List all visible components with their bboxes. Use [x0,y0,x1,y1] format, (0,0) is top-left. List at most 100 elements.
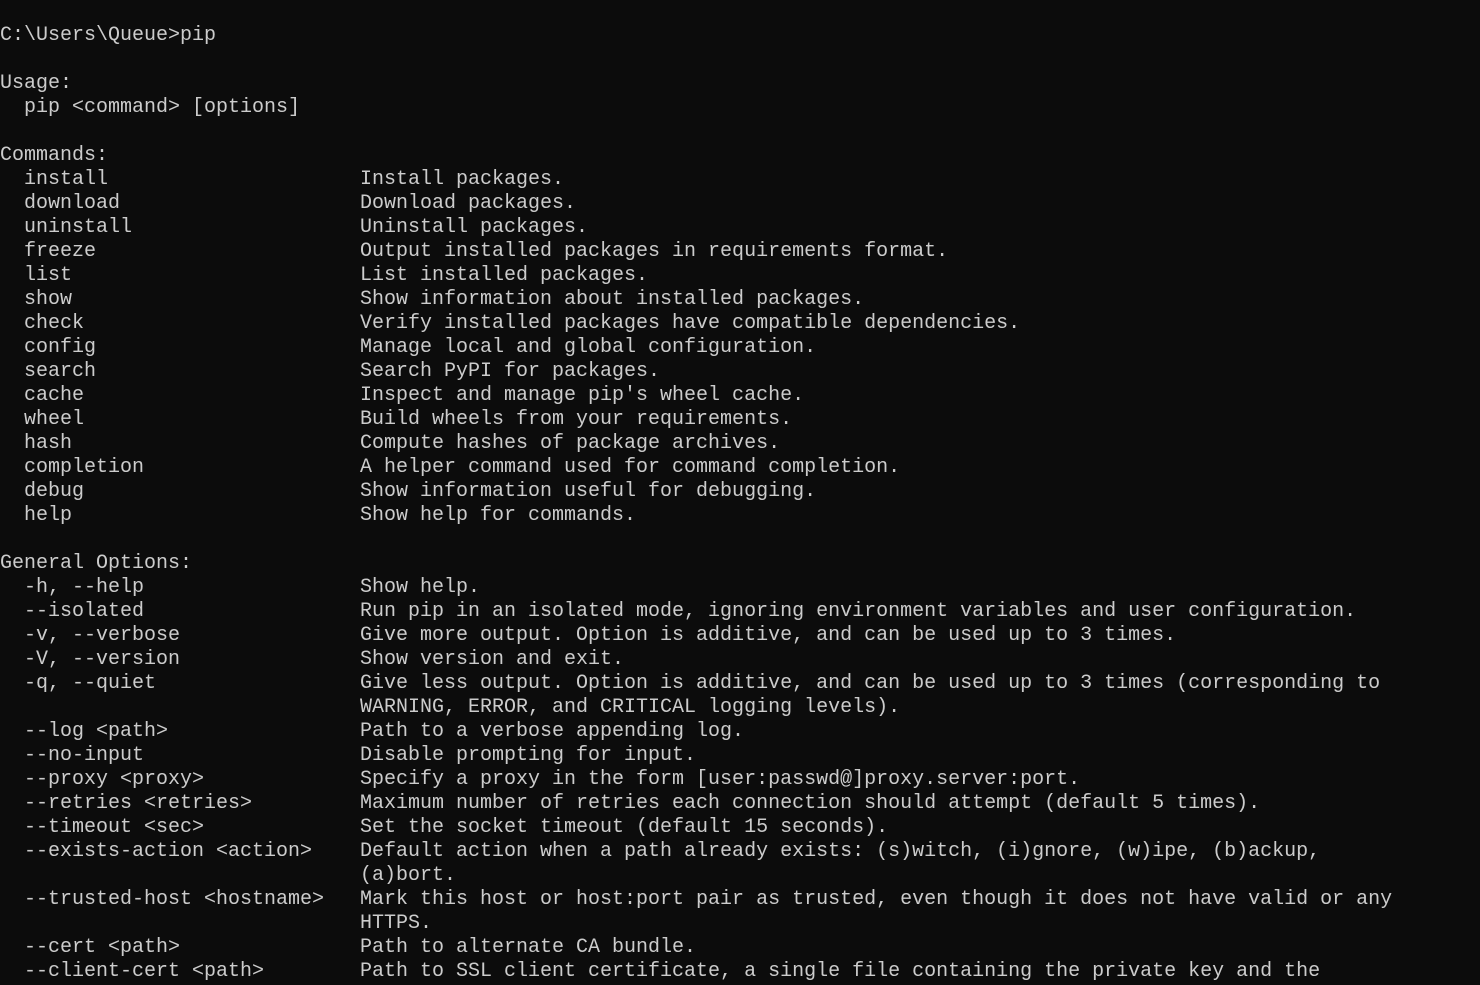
terminal-line: download Download packages. [0,192,1480,216]
line-description: WARNING, ERROR, and CRITICAL logging lev… [360,696,901,719]
terminal-line: -q, --quiet Give less output. Option is a… [0,672,1480,696]
terminal-line: cache Inspect and manage pip's wheel cach… [0,384,1480,408]
terminal-output[interactable]: C:\Users\Queue>pip Usage: pip <command> [… [0,24,1480,984]
line-description: (a)bort. [360,864,457,887]
line-left-text: --timeout <sec> [0,816,205,839]
line-left-text: --proxy <proxy> [0,768,205,791]
line-description: Mark this host or host:port pair as trus… [360,888,1393,911]
line-left-text: list [0,264,73,287]
line-left-text: -h, --help [0,576,145,599]
line-description: Specify a proxy in the form [user:passwd… [360,768,1081,791]
line-description: Build wheels from your requirements. [360,408,793,431]
line-left-text: debug [0,480,85,503]
line-description: Path to a verbose appending log. [360,720,745,743]
line-left-text: pip <command> [options] [0,96,301,119]
terminal-line: Commands: [0,144,1480,168]
terminal-line: --retries <retries> Maximum number of ret… [0,792,1480,816]
line-description: List installed packages. [360,264,649,287]
terminal-line: wheel Build wheels from your requirements… [0,408,1480,432]
line-left-text: wheel [0,408,85,431]
terminal-line [0,120,1480,144]
line-left-text: config [0,336,97,359]
terminal-line: completion A helper command used for comm… [0,456,1480,480]
line-left-text: Commands: [0,144,109,167]
line-description: Show information about installed package… [360,288,865,311]
line-description: Search PyPI for packages. [360,360,661,383]
terminal-line: search Search PyPI for packages. [0,360,1480,384]
line-left-text [0,912,360,936]
line-left-text: uninstall [0,216,133,239]
line-description: Install packages. [360,168,565,191]
line-left-text: search [0,360,97,383]
line-left-text: check [0,312,85,335]
line-description: Compute hashes of package archives. [360,432,781,455]
line-left-text: show [0,288,73,311]
line-description: Path to alternate CA bundle. [360,936,697,959]
terminal-line: --timeout <sec> Set the socket timeout (d… [0,816,1480,840]
line-left-text: --trusted-host <hostname> [0,888,325,911]
terminal-line: debug Show information useful for debuggi… [0,480,1480,504]
terminal-line: HTTPS. [0,912,1480,936]
terminal-line: --log <path> Path to a verbose appending … [0,720,1480,744]
terminal-line: show Show information about installed pac… [0,288,1480,312]
terminal-line: --cert <path> Path to alternate CA bundle… [0,936,1480,960]
terminal-line: -v, --verbose Give more output. Option is… [0,624,1480,648]
line-description: Default action when a path already exist… [360,840,1321,863]
line-description: Set the socket timeout (default 15 secon… [360,816,889,839]
terminal-line: (a)bort. [0,864,1480,888]
terminal-line: General Options: [0,552,1480,576]
line-description: Give more output. Option is additive, an… [360,624,1177,647]
line-left-text: General Options: [0,552,193,575]
line-left-text [0,528,360,552]
terminal-line: --client-cert <path> Path to SSL client c… [0,960,1480,984]
terminal-line: --isolated Run pip in an isolated mode, i… [0,600,1480,624]
line-description: Disable prompting for input. [360,744,697,767]
terminal-line: C:\Users\Queue>pip [0,24,1480,48]
line-left-text [0,120,360,144]
line-left-text [0,864,360,888]
line-description: Show version and exit. [360,648,625,671]
line-left-text: Usage: [0,72,73,95]
line-description: Download packages. [360,192,577,215]
terminal-line: install Install packages. [0,168,1480,192]
terminal-line: hash Compute hashes of package archives. [0,432,1480,456]
line-left-text: download [0,192,121,215]
terminal-line: list List installed packages. [0,264,1480,288]
line-description: Manage local and global configuration. [360,336,817,359]
line-left-text: --client-cert <path> [0,960,265,983]
terminal-line: -h, --help Show help. [0,576,1480,600]
terminal-line: --trusted-host <hostname> Mark this host … [0,888,1480,912]
line-description: Output installed packages in requirement… [360,240,949,263]
line-left-text: -v, --verbose [0,624,181,647]
line-description: Verify installed packages have compatibl… [360,312,1021,335]
terminal-line: uninstall Uninstall packages. [0,216,1480,240]
terminal-line [0,48,1480,72]
line-left-text: help [0,504,73,527]
line-description: Show information useful for debugging. [360,480,817,503]
line-left-text: --cert <path> [0,936,181,959]
line-left-text: install [0,168,109,191]
terminal-line: WARNING, ERROR, and CRITICAL logging lev… [0,696,1480,720]
line-description: Run pip in an isolated mode, ignoring en… [360,600,1357,623]
terminal-line: check Verify installed packages have comp… [0,312,1480,336]
terminal-line: -V, --version Show version and exit. [0,648,1480,672]
terminal-line: --no-input Disable prompting for input. [0,744,1480,768]
terminal-line: Usage: [0,72,1480,96]
line-description: Maximum number of retries each connectio… [360,792,1261,815]
line-left-text: --exists-action <action> [0,840,313,863]
line-left-text: --retries <retries> [0,792,253,815]
terminal-line: config Manage local and global configurat… [0,336,1480,360]
line-left-text: -V, --version [0,648,181,671]
line-left-text [0,48,360,72]
line-description: Inspect and manage pip's wheel cache. [360,384,805,407]
line-left-text: hash [0,432,73,455]
line-description: A helper command used for command comple… [360,456,901,479]
terminal-line: freeze Output installed packages in requi… [0,240,1480,264]
terminal-line: --exists-action <action> Default action w… [0,840,1480,864]
terminal-line: pip <command> [options] [0,96,1480,120]
line-left-text: --log <path> [0,720,169,743]
line-description: Path to SSL client certificate, a single… [360,960,1321,983]
terminal-line: help Show help for commands. [0,504,1480,528]
line-left-text: -q, --quiet [0,672,157,695]
line-left-text: --no-input [0,744,145,767]
